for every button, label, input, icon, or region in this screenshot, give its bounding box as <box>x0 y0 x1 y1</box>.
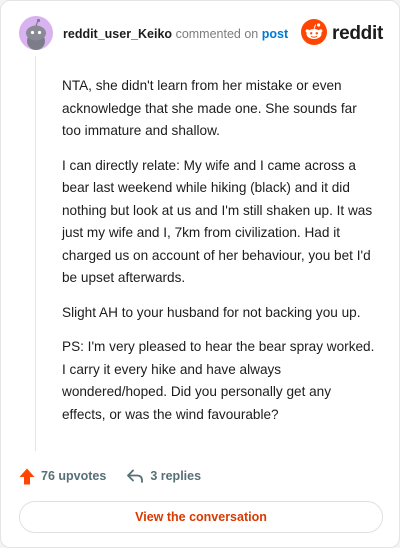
thread-line <box>35 56 36 451</box>
upvote-count: 76 upvotes <box>41 469 107 483</box>
comment-meta: reddit_user_Keiko commented on post <box>63 27 288 41</box>
comment-card: reddit_user_Keiko commented on post redd… <box>0 0 400 548</box>
comment-header: reddit_user_Keiko commented on post redd… <box>19 15 383 55</box>
replies-count: 3 replies <box>150 469 202 483</box>
reddit-logo-icon <box>301 18 328 50</box>
action-text: commented on <box>175 27 259 41</box>
comment-paragraph: Slight AH to your husband for not backin… <box>62 304 361 320</box>
upvote-button[interactable]: 76 upvotes <box>19 468 106 485</box>
comment-body: NTA, she didn't learn from her mistake o… <box>62 75 376 438</box>
comment-paragraph: I can directly relate: My wife and I cam… <box>62 157 373 286</box>
username-link[interactable]: reddit_user_Keiko <box>63 27 172 41</box>
reddit-brand[interactable]: reddit <box>301 18 383 50</box>
snoo-avatar-icon[interactable] <box>19 16 53 50</box>
reply-arrow-icon <box>126 468 144 484</box>
view-conversation-button[interactable]: View the conversation <box>19 501 383 533</box>
reddit-wordmark: reddit <box>332 23 383 44</box>
post-link[interactable]: post <box>262 27 288 41</box>
comment-paragraph: NTA, she didn't learn from her mistake o… <box>62 78 357 138</box>
upvote-arrow-icon <box>19 468 35 485</box>
comment-actions: 76 upvotes 3 replies <box>19 466 201 486</box>
replies-button[interactable]: 3 replies <box>126 468 201 484</box>
comment-paragraph: PS: I'm very pleased to hear the bear sp… <box>62 339 375 422</box>
